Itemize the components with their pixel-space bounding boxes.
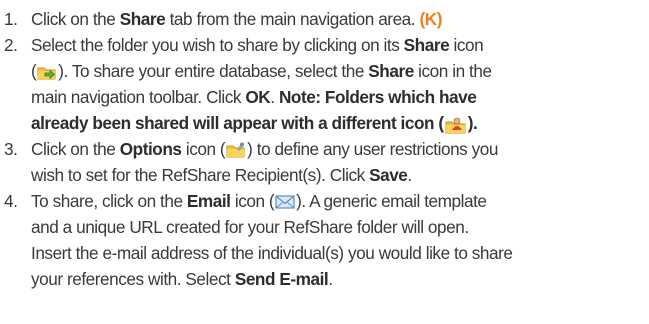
step-text: icon (: [181, 139, 226, 159]
note-text: ).: [467, 113, 478, 133]
step-text: Insert the e-mail address of the individ…: [31, 243, 513, 263]
step-text: .: [270, 87, 279, 107]
step-number: 3.: [4, 139, 18, 159]
step-text: icon: [449, 35, 484, 55]
share-tab-label: Share: [119, 9, 166, 29]
step-text: ). To share your entire database, select…: [58, 61, 369, 81]
step-text: Click on the: [31, 9, 120, 29]
step-text: icon (: [230, 191, 275, 211]
step-text: .: [328, 269, 333, 289]
save-label: Save: [369, 165, 408, 185]
step-text: ) to define any user restrictions you: [247, 139, 499, 159]
step-text: Select the folder you wish to share by c…: [31, 35, 404, 55]
step-text: tab from the main navigation area.: [165, 9, 416, 29]
step-text: Click on the: [31, 139, 120, 159]
step-text: wish to set for the RefShare Recipient(s…: [31, 165, 370, 185]
steps-list: 1. Click on the Share tab from the main …: [0, 6, 649, 292]
step-text: your references with. Select: [31, 269, 235, 289]
share-icon-label: Share: [368, 61, 414, 81]
email-icon-label: Email: [186, 191, 231, 211]
share-folder-icon: [37, 64, 57, 80]
step-text: and a unique URL created for your RefSha…: [31, 217, 469, 237]
step-1: 1. Click on the Share tab from the main …: [0, 6, 649, 32]
instructions-page: 1. Click on the Share tab from the main …: [0, 0, 649, 324]
options-folder-icon: [226, 142, 246, 158]
step-number: 4.: [4, 191, 18, 211]
options-icon-label: Options: [119, 139, 182, 159]
note-text: already been shared will appear with a d…: [31, 113, 444, 133]
step-number: 1.: [4, 9, 18, 29]
step-2: 2. Select the folder you wish to share b…: [0, 32, 649, 136]
step-text: To share, click on the: [31, 191, 187, 211]
step-text: ). A generic email template: [296, 191, 487, 211]
step-text: icon in the: [413, 61, 492, 81]
step-text: main navigation toolbar. Click: [31, 87, 246, 107]
step-reference-marker: (K): [419, 9, 442, 29]
step-3: 3. Click on the Options icon ( ) to defi…: [0, 136, 649, 188]
step-number: 2.: [4, 35, 18, 55]
step-text: (: [31, 61, 37, 81]
step-text: .: [407, 165, 412, 185]
share-icon-label: Share: [403, 35, 450, 55]
shared-folder-icon: [445, 116, 467, 134]
step-4: 4. To share, click on the Email icon ( )…: [0, 188, 649, 292]
email-envelope-icon: [275, 194, 295, 210]
send-email-label: Send E-mail: [234, 269, 329, 289]
ok-label: OK: [245, 87, 271, 107]
note-text: Note: Folders which have: [278, 87, 477, 107]
